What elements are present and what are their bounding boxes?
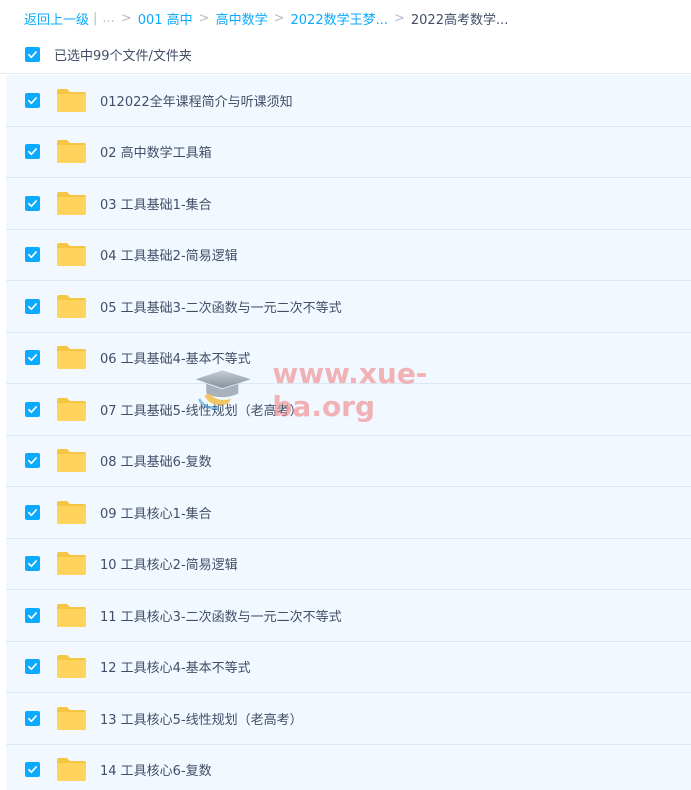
- file-checkbox[interactable]: [25, 556, 40, 572]
- file-checkbox[interactable]: [25, 453, 40, 469]
- folder-icon[interactable]: [56, 757, 87, 782]
- breadcrumb: 返回上一级 | ... > 001 高中 > 高中数学 > 2022数学王梦..…: [0, 0, 691, 36]
- file-name[interactable]: 11 工具核心3-二次函数与一元二次不等式: [100, 606, 342, 625]
- file-checkbox[interactable]: [25, 762, 40, 778]
- checkmark-icon: [28, 51, 37, 59]
- select-all-checkbox[interactable]: [25, 47, 40, 62]
- folder-icon[interactable]: [56, 397, 87, 422]
- file-name[interactable]: 08 工具基础6-复数: [100, 451, 212, 470]
- file-checkbox[interactable]: [25, 247, 40, 263]
- checkmark-icon: [28, 96, 37, 104]
- file-row[interactable]: 10 工具核心2-简易逻辑: [6, 538, 691, 590]
- checkmark-icon: [28, 560, 37, 568]
- checkmark-icon: [28, 508, 37, 516]
- file-name[interactable]: 05 工具基础3-二次函数与一元二次不等式: [100, 297, 342, 316]
- checkmark-icon: [28, 663, 37, 671]
- checkmark-icon: [28, 199, 37, 207]
- file-row[interactable]: 08 工具基础6-复数: [6, 435, 691, 487]
- file-name[interactable]: 02 高中数学工具箱: [100, 142, 212, 161]
- file-checkbox[interactable]: [25, 92, 40, 108]
- breadcrumb-current: 2022高考数学...: [410, 12, 509, 28]
- breadcrumb-separator: >: [393, 10, 405, 26]
- breadcrumb-pipe: |: [93, 10, 98, 26]
- file-row[interactable]: 03 工具基础1-集合: [6, 178, 691, 230]
- folder-icon[interactable]: [56, 191, 87, 216]
- file-list: 012022全年课程简介与听课须知 02 高中数学工具箱 03 工具基础1-集合 04…: [6, 75, 691, 790]
- checkmark-icon: [28, 148, 37, 156]
- file-checkbox[interactable]: [25, 195, 40, 211]
- folder-icon[interactable]: [56, 654, 87, 679]
- select-all-bar: 已选中99个文件/文件夹: [0, 36, 691, 74]
- breadcrumb-item-2022[interactable]: 2022数学王梦...: [291, 9, 388, 28]
- file-checkbox[interactable]: [25, 298, 40, 314]
- breadcrumb-ellipsis[interactable]: ...: [102, 11, 114, 26]
- folder-icon[interactable]: [56, 294, 87, 319]
- folder-icon[interactable]: [56, 706, 87, 731]
- file-checkbox[interactable]: [25, 659, 40, 675]
- file-row[interactable]: 12 工具核心4-基本不等式: [6, 641, 691, 693]
- checkmark-icon: [28, 714, 37, 722]
- breadcrumb-item-math[interactable]: 高中数学: [216, 9, 268, 28]
- file-row[interactable]: 13 工具核心5-线性规划（老高考）: [6, 693, 691, 745]
- file-row[interactable]: 012022全年课程简介与听课须知: [6, 75, 691, 127]
- folder-icon[interactable]: [56, 345, 87, 370]
- folder-icon[interactable]: [56, 448, 87, 473]
- file-checkbox[interactable]: [25, 350, 40, 366]
- folder-icon[interactable]: [56, 500, 87, 525]
- breadcrumb-separator: >: [273, 10, 285, 26]
- file-row[interactable]: 11 工具核心3-二次函数与一元二次不等式: [6, 590, 691, 642]
- file-checkbox[interactable]: [25, 504, 40, 520]
- file-name[interactable]: 12 工具核心4-基本不等式: [100, 657, 251, 676]
- file-name[interactable]: 03 工具基础1-集合: [100, 194, 212, 213]
- file-name[interactable]: 04 工具基础2-简易逻辑: [100, 245, 238, 264]
- checkmark-icon: [28, 302, 37, 310]
- file-name[interactable]: 13 工具核心5-线性规划（老高考）: [100, 709, 303, 728]
- file-name[interactable]: 09 工具核心1-集合: [100, 503, 212, 522]
- checkmark-icon: [28, 611, 37, 619]
- checkmark-icon: [28, 251, 37, 259]
- breadcrumb-item-001[interactable]: 001 高中: [138, 9, 193, 28]
- breadcrumb-separator: >: [120, 10, 132, 26]
- checkmark-icon: [28, 766, 37, 774]
- checkmark-icon: [28, 457, 37, 465]
- folder-icon[interactable]: [56, 88, 87, 113]
- checkmark-icon: [28, 405, 37, 413]
- file-row[interactable]: 05 工具基础3-二次函数与一元二次不等式: [6, 281, 691, 333]
- file-name[interactable]: 06 工具基础4-基本不等式: [100, 348, 251, 367]
- file-row[interactable]: 14 工具核心6-复数: [6, 744, 691, 790]
- folder-icon[interactable]: [56, 242, 87, 267]
- back-link[interactable]: 返回上一级: [24, 9, 89, 28]
- file-row[interactable]: 02 高中数学工具箱: [6, 126, 691, 178]
- breadcrumb-separator: >: [198, 10, 210, 26]
- file-name[interactable]: 012022全年课程简介与听课须知: [100, 91, 293, 110]
- file-checkbox[interactable]: [25, 144, 40, 160]
- file-name[interactable]: 07 工具基础5-线性规划（老高考）: [100, 400, 303, 419]
- file-checkbox[interactable]: [25, 401, 40, 417]
- folder-icon[interactable]: [56, 551, 87, 576]
- file-name[interactable]: 10 工具核心2-简易逻辑: [100, 554, 238, 573]
- folder-icon[interactable]: [56, 139, 87, 164]
- file-checkbox[interactable]: [25, 607, 40, 623]
- file-row[interactable]: 09 工具核心1-集合: [6, 487, 691, 539]
- checkmark-icon: [28, 354, 37, 362]
- file-row[interactable]: 04 工具基础2-简易逻辑: [6, 229, 691, 281]
- file-name[interactable]: 14 工具核心6-复数: [100, 760, 212, 779]
- file-row[interactable]: 07 工具基础5-线性规划（老高考）: [6, 384, 691, 436]
- selection-count-label: 已选中99个文件/文件夹: [54, 49, 192, 64]
- file-checkbox[interactable]: [25, 710, 40, 726]
- folder-icon[interactable]: [56, 603, 87, 628]
- file-row[interactable]: 06 工具基础4-基本不等式: [6, 332, 691, 384]
